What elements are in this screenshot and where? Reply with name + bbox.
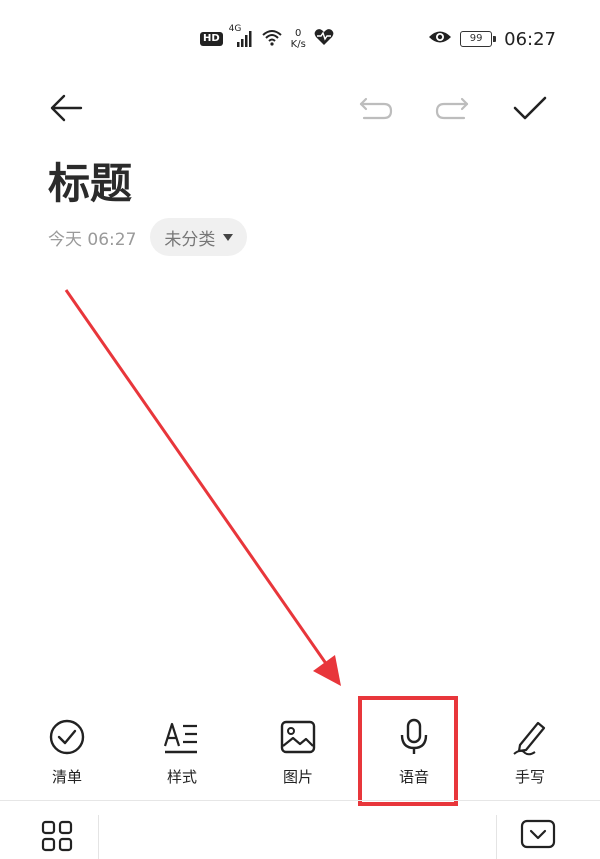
handwriting-tool[interactable]: 手写 [485,716,575,796]
style-label: 样式 [166,768,197,786]
handwriting-label: 手写 [514,768,545,786]
check-circle-icon [49,719,85,755]
style-tool[interactable]: 样式 [137,716,227,796]
status-indicators: HD 4G 0 K/s [200,24,334,54]
redo-icon [435,97,469,120]
bottom-separator-left [98,815,99,859]
note-meta: 今天 06:27 未分类 [48,218,248,256]
checklist-tool[interactable]: 清单 [22,716,112,796]
pen-icon [513,721,546,756]
highlight-box [358,696,458,806]
save-button[interactable] [510,88,550,128]
eye-comfort-icon [428,29,452,49]
caret-down-icon [223,233,234,241]
editor-toolbar: 清单 样式 图片 语音 手写 [0,716,600,800]
health-heart-icon [314,28,334,50]
status-time: 06:27 [504,28,556,50]
app-grid-button[interactable] [40,819,74,853]
bottom-separator-right [496,815,497,859]
note-date: 今天 06:27 [48,229,137,250]
network-speed-value: 0 [295,28,302,39]
note-title[interactable]: 标题 [48,150,132,211]
wifi-icon [261,28,283,50]
network-speed: 0 K/s [291,28,306,50]
undo-button[interactable] [356,88,396,128]
hd-badge: HD [200,32,223,46]
back-arrow-icon [50,94,83,122]
chevron-down-box-icon [520,819,556,849]
category-selector[interactable]: 未分类 [150,218,248,256]
category-label: 未分类 [164,229,216,250]
editor-top-bar [0,80,600,136]
battery-indicator: 99 [460,31,497,47]
checkmark-icon [513,96,547,120]
undo-icon [359,97,393,120]
status-right: 99 06:27 [428,24,556,54]
text-style-icon [163,722,197,754]
back-button[interactable] [46,88,86,128]
status-bar: HD 4G 0 K/s 99 06:27 [0,0,600,78]
hide-keyboard-button[interactable] [520,819,556,853]
redo-button[interactable] [432,88,472,128]
grid-icon [41,820,73,852]
network-type: 4G [228,24,242,34]
signal-icon: 4G [229,24,253,48]
network-speed-unit: K/s [290,39,306,50]
image-label: 图片 [282,768,313,786]
bottom-bar [0,801,600,859]
image-tool[interactable]: 图片 [253,716,343,796]
checklist-label: 清单 [51,768,82,786]
image-icon [280,720,316,754]
